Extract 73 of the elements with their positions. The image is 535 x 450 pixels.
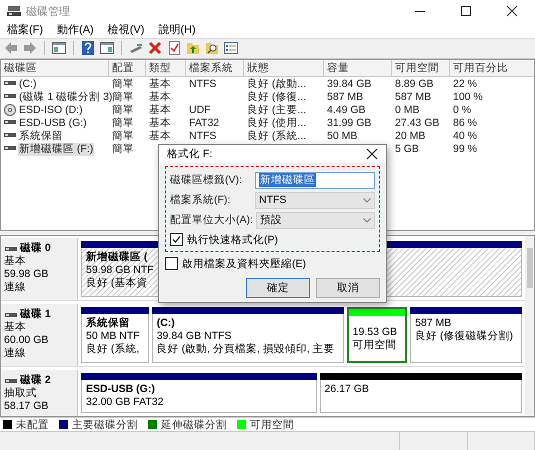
legend-label: 可用空間 bbox=[250, 418, 294, 432]
partition-name: (C:) bbox=[156, 317, 175, 330]
table-cell: 8.89 GB bbox=[395, 78, 434, 91]
partition-info: 587 MB bbox=[415, 317, 452, 330]
legend-label: 主要磁碟分割 bbox=[72, 418, 138, 432]
partition-info: 59.98 GB NTF bbox=[86, 264, 154, 277]
disk-name: 磁碟 1 bbox=[20, 308, 51, 321]
window-title: 磁碟管理 bbox=[26, 4, 71, 18]
table-cell: 31.99 GB bbox=[327, 116, 372, 130]
table-cell: 基本 bbox=[149, 78, 171, 91]
disk-name: 磁碟 2 bbox=[20, 374, 51, 387]
field-label: 磁碟區標籤(V): bbox=[170, 173, 243, 187]
table-cell: 簡單 bbox=[112, 90, 134, 104]
table-cell: 0 MB bbox=[395, 104, 420, 117]
dialog-title: 格式化 F: bbox=[167, 147, 212, 161]
table-cell: 良好 (啟動... bbox=[247, 78, 306, 91]
table-cell: 20 MB bbox=[395, 130, 426, 143]
table-cell: 22 % bbox=[453, 78, 477, 91]
disk-size: 60.00 GB bbox=[4, 334, 50, 347]
table-cell: 4.49 GB bbox=[327, 104, 366, 117]
table-cell: 良好 (系統... bbox=[247, 130, 306, 143]
table-cell: 簡單 bbox=[112, 104, 134, 117]
table-cell: 簡單 bbox=[112, 116, 134, 130]
field-label: 配置單位大小(A): bbox=[170, 213, 254, 227]
table-cell: 基本 bbox=[149, 90, 171, 104]
table-cell: 86 % bbox=[453, 116, 477, 130]
partition-info: 39.84 GB NTFS bbox=[156, 330, 232, 343]
table-cell: 良好 (主要... bbox=[247, 104, 306, 117]
table-cell: 587 MB bbox=[395, 90, 432, 104]
disk-name: 磁碟 0 bbox=[20, 242, 51, 255]
partition-info: 良好 (基本資 bbox=[86, 277, 148, 290]
disk-size: 58.17 GB bbox=[4, 400, 50, 414]
legend-label: 未配置 bbox=[16, 418, 49, 432]
legend-label: 延伸磁碟分割 bbox=[161, 418, 227, 432]
table-cell: 100 % bbox=[453, 90, 483, 104]
table-cell: 5 GB bbox=[395, 142, 419, 156]
table-cell: 基本 bbox=[149, 116, 171, 130]
partition-name: ESD-USB (G:) bbox=[86, 383, 155, 396]
table-cell: 簡單 bbox=[112, 130, 134, 143]
table-cell: 99 % bbox=[453, 142, 477, 156]
partition-info: 19.53 GB bbox=[352, 326, 398, 339]
table-cell: 587 MB bbox=[327, 90, 364, 104]
table-cell: NTFS bbox=[189, 78, 216, 91]
table-cell: 0 % bbox=[453, 104, 472, 117]
disk-size: 59.98 GB bbox=[4, 268, 50, 281]
table-cell: 27.43 GB bbox=[395, 116, 440, 130]
disk-status: 連線 bbox=[4, 347, 27, 360]
table-cell: 簡單 bbox=[112, 142, 134, 156]
disk-type: 基本 bbox=[4, 321, 27, 334]
partition-info: 26.17 GB bbox=[324, 383, 369, 396]
partition-info: 可用空間 bbox=[352, 339, 397, 352]
partition-info: 32.00 GB FAT32 bbox=[86, 396, 164, 410]
table-cell: 40 % bbox=[453, 130, 477, 143]
table-cell: 39.84 GB bbox=[327, 78, 372, 91]
partition-name: 系統保留 bbox=[86, 317, 130, 330]
table-cell: NTFS bbox=[189, 130, 216, 143]
partition-info: 良好 (啟動, 分頁檔案, 損毀傾印, 主要 bbox=[156, 343, 335, 356]
table-cell: FAT32 bbox=[189, 116, 220, 130]
partition-name: 新增磁碟區 ( bbox=[86, 251, 148, 264]
disk-type: 抽取式 bbox=[4, 387, 38, 400]
partition-info: 良好 (修復磁碟分割) bbox=[415, 330, 513, 344]
partition-info: 50 MB NTF bbox=[86, 330, 140, 343]
table-cell: 基本 bbox=[149, 104, 171, 117]
table-cell: UDF bbox=[189, 104, 211, 117]
disk-type: 基本 bbox=[4, 255, 27, 268]
field-label: 檔案系統(F): bbox=[170, 193, 232, 207]
table-cell: 50 MB bbox=[327, 130, 358, 143]
table-cell: 良好 (使用... bbox=[247, 116, 306, 130]
table-cell: 基本 bbox=[149, 130, 171, 143]
partition-info: 良好 (系統, bbox=[86, 343, 140, 356]
disk-status: 連線 bbox=[4, 281, 27, 294]
table-cell: 簡單 bbox=[112, 78, 134, 91]
table-cell: 良好 (修復... bbox=[247, 90, 306, 104]
